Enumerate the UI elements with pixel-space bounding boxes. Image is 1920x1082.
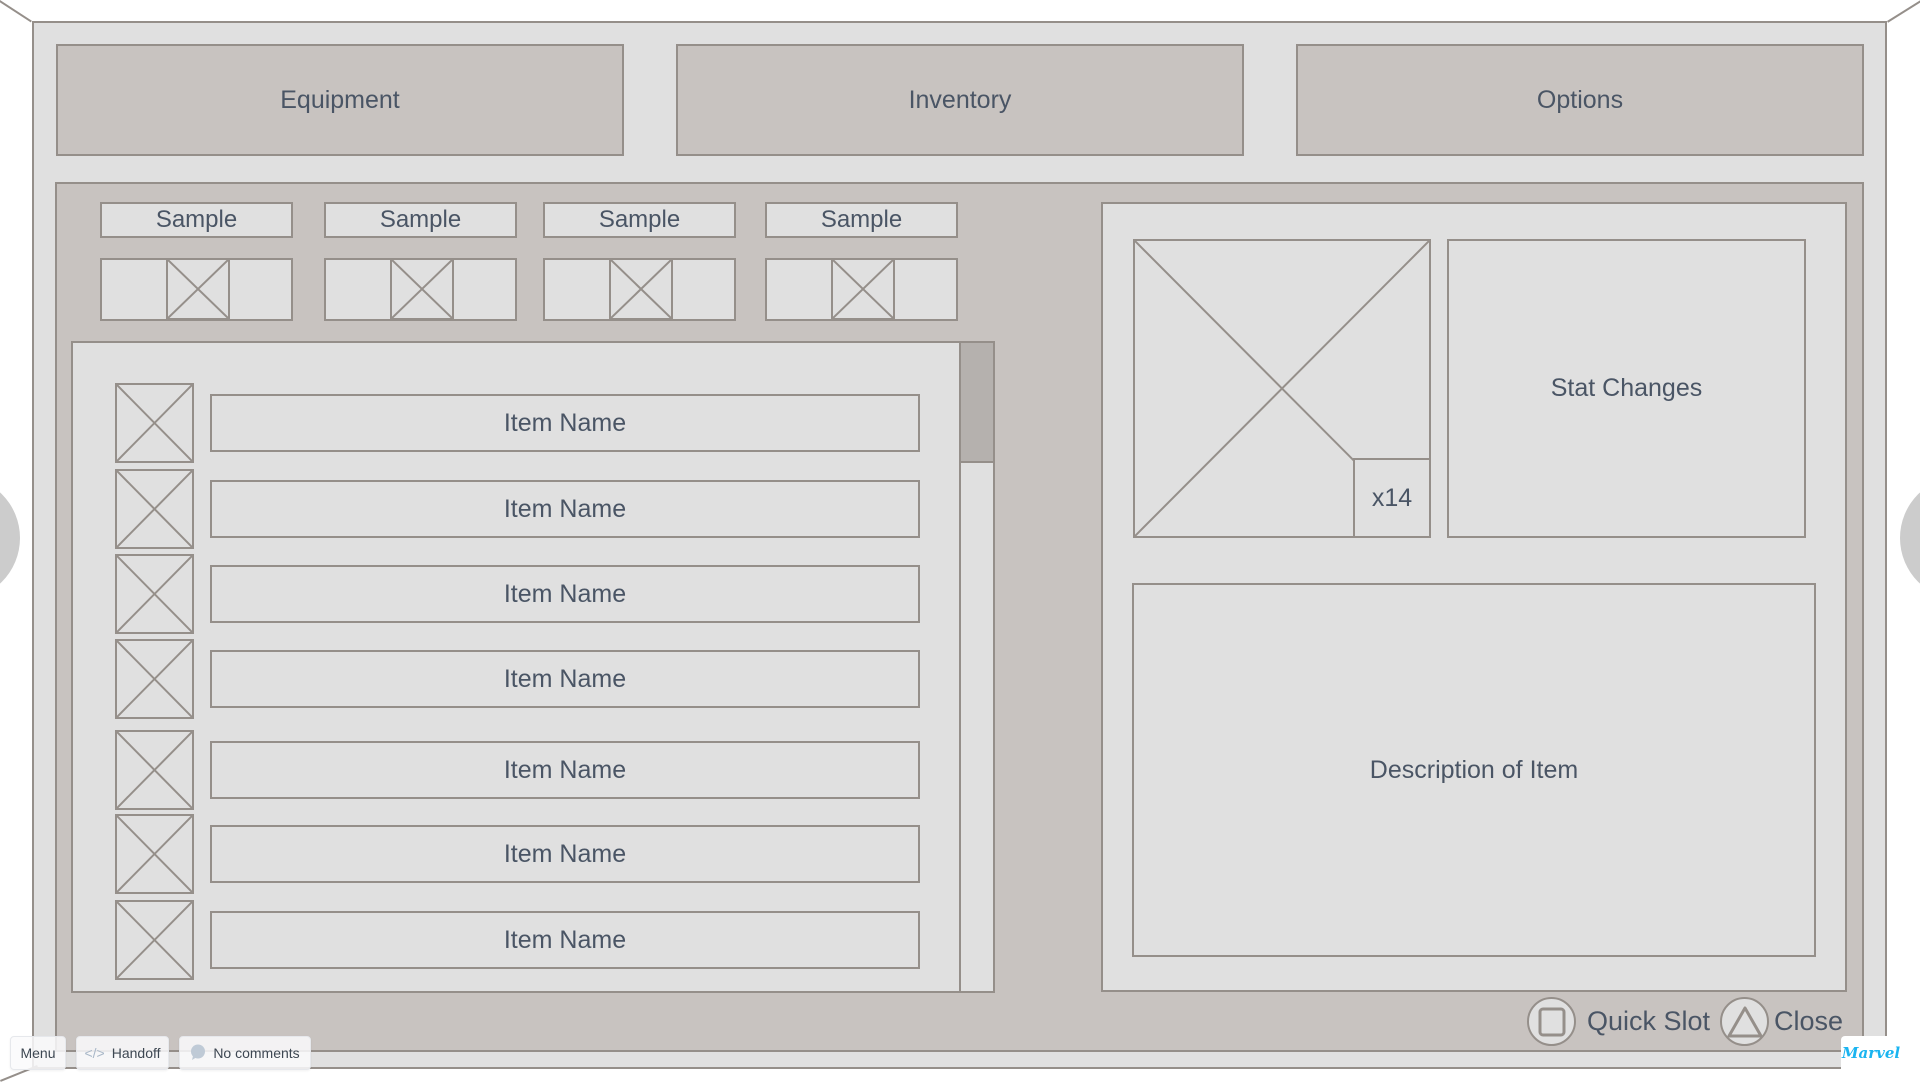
item-name: Item Name	[503, 755, 627, 784]
image-placeholder-icon	[166, 258, 230, 321]
category-label: Sample	[598, 206, 681, 233]
triangle-button-icon	[1720, 997, 1769, 1046]
category-label: Sample	[379, 206, 462, 233]
item-name: Item Name	[503, 494, 627, 523]
comment-bubble-icon	[190, 1044, 206, 1063]
category-tab-sample[interactable]: Sample	[543, 202, 736, 238]
category-label: Sample	[155, 206, 238, 233]
item-description-box: Description of Item	[1132, 583, 1816, 957]
category-label: Sample	[820, 206, 903, 233]
item-icon-placeholder[interactable]	[115, 730, 194, 810]
item-icon-placeholder[interactable]	[115, 814, 194, 894]
list-item[interactable]: Item Name	[210, 825, 920, 883]
item-name: Item Name	[503, 579, 627, 608]
item-icon-placeholder[interactable]	[115, 383, 194, 463]
list-item[interactable]: Item Name	[210, 480, 920, 538]
item-quantity: x14	[1371, 483, 1413, 512]
viewer-menu-button[interactable]: Menu	[10, 1036, 66, 1070]
square-button-icon	[1527, 997, 1576, 1046]
tab-options-label: Options	[1536, 85, 1624, 114]
item-name: Item Name	[503, 664, 627, 693]
image-placeholder-icon	[609, 258, 673, 321]
list-item[interactable]: Item Name	[210, 911, 920, 969]
frame-corner-top-left	[0, 0, 32, 23]
quick-slot-label: Quick Slot	[1587, 1006, 1711, 1036]
list-item[interactable]: Item Name	[210, 650, 920, 708]
tab-inventory[interactable]: Inventory	[676, 44, 1244, 156]
item-icon-placeholder[interactable]	[115, 639, 194, 719]
item-name: Item Name	[503, 925, 627, 954]
next-screen-button[interactable]	[1900, 476, 1920, 600]
tab-equipment[interactable]: Equipment	[56, 44, 624, 156]
viewer-handoff-label: Handoff	[111, 1045, 161, 1061]
category-tab-sample[interactable]: Sample	[100, 202, 293, 238]
item-name: Item Name	[503, 839, 627, 868]
item-description: Description of Item	[1369, 755, 1579, 784]
image-placeholder-icon	[390, 258, 454, 321]
viewer-handoff-button[interactable]: </> Handoff	[76, 1036, 169, 1070]
item-quantity-badge: x14	[1353, 458, 1431, 538]
category-tab-sample[interactable]: Sample	[765, 202, 958, 238]
list-item[interactable]: Item Name	[210, 741, 920, 799]
image-placeholder-icon	[831, 258, 895, 321]
marvel-logo[interactable]: Marvel	[1841, 1036, 1901, 1069]
code-icon: </>	[84, 1045, 105, 1061]
tab-inventory-label: Inventory	[908, 85, 1012, 114]
prev-screen-button[interactable]	[0, 476, 20, 600]
item-icon-placeholder[interactable]	[115, 900, 194, 980]
tab-equipment-label: Equipment	[280, 85, 400, 114]
item-icon-placeholder[interactable]	[115, 554, 194, 634]
viewer-menu-label: Menu	[20, 1045, 56, 1061]
marvel-logo-text: Marvel	[1841, 1043, 1901, 1062]
category-tab-sample[interactable]: Sample	[324, 202, 517, 238]
item-name: Item Name	[503, 408, 627, 437]
item-list-scrollbar-thumb[interactable]	[959, 341, 995, 463]
quick-slot-button[interactable]: Quick Slot	[1527, 997, 1710, 1046]
stat-changes-label: Stat Changes	[1550, 374, 1703, 402]
stat-changes-box: Stat Changes	[1447, 239, 1806, 538]
list-item[interactable]: Item Name	[210, 565, 920, 623]
tab-options[interactable]: Options	[1296, 44, 1864, 156]
viewer-comments-button[interactable]: No comments	[179, 1036, 311, 1070]
close-button[interactable]: Close	[1720, 997, 1843, 1046]
viewer-comments-label: No comments	[213, 1045, 300, 1061]
frame-corner-top-right	[1887, 0, 1920, 23]
item-icon-placeholder[interactable]	[115, 469, 194, 549]
close-label: Close	[1774, 1006, 1844, 1036]
list-item[interactable]: Item Name	[210, 394, 920, 452]
